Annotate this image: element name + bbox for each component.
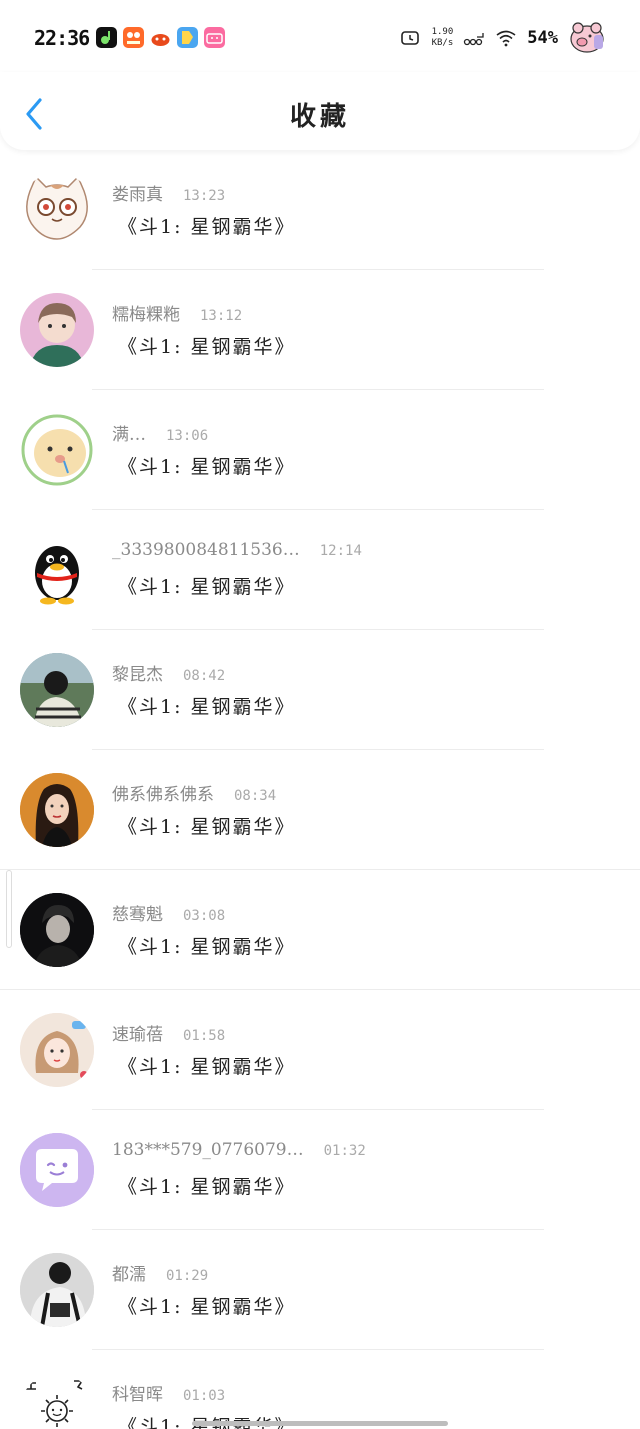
item-meta: 速瑜蓓 01:58 [112, 1020, 225, 1045]
status-right: 1.90 KB/s 54% [400, 20, 606, 56]
item-meta: 科智晖 01:03 [112, 1380, 225, 1405]
user-name: 满… [112, 425, 146, 445]
item-title: 《斗1: 星钢霸华》 [118, 696, 296, 718]
wifi-icon [496, 30, 516, 47]
user-name: 佛系佛系佛系 [112, 785, 214, 805]
page-title: 收藏 [289, 102, 350, 132]
list-item[interactable]: 科智晖 01:03 《斗1: 星钢霸华》 [0, 1350, 640, 1429]
avatar[interactable] [20, 773, 94, 847]
header: 收藏 [0, 72, 640, 150]
item-meta: 都濡 01:29 [112, 1260, 208, 1285]
user-name: 都濡 [112, 1265, 146, 1285]
user-name: 183***579_0776079… [112, 1140, 304, 1160]
avatar[interactable] [20, 653, 94, 727]
avatar[interactable] [20, 1373, 94, 1429]
timestamp: 01:32 [323, 1143, 366, 1159]
list-item[interactable]: 慈骞魁 03:08 《斗1: 星钢霸华》 [0, 870, 640, 990]
list-item[interactable]: 速瑜蓓 01:58 《斗1: 星钢霸华》 [0, 990, 640, 1110]
list-item[interactable]: 佛系佛系佛系 08:34 《斗1: 星钢霸华》 [0, 750, 640, 870]
item-meta: _333980084811536… 12:14 [112, 540, 362, 560]
pig-sticker-icon [570, 22, 604, 53]
item-meta: 黎昆杰 08:42 [112, 660, 225, 685]
network-speed-unit: KB/s [431, 38, 454, 48]
timestamp: 01:58 [183, 1028, 226, 1044]
status-bar: 22:36 1.90 KB/s 54% [0, 0, 640, 72]
timestamp: 01:03 [183, 1388, 226, 1404]
avatar[interactable] [20, 533, 94, 607]
user-name: 速瑜蓓 [112, 1025, 163, 1045]
item-meta: 娄雨真 13:23 [112, 180, 225, 205]
user-name: _333980084811536… [112, 540, 300, 560]
item-meta: 慈骞魁 03:08 [112, 900, 225, 925]
item-meta: 满… 13:06 [112, 420, 208, 445]
avatar[interactable] [20, 293, 94, 367]
item-title: 《斗1: 星钢霸华》 [118, 816, 296, 838]
status-time: 22:36 [34, 26, 90, 50]
timestamp: 08:42 [183, 668, 226, 684]
item-meta: 佛系佛系佛系 08:34 [112, 780, 276, 805]
favorites-page: 22:36 1.90 KB/s 54% 收藏 娄雨真 13:23 《斗1: 星钢… [0, 0, 640, 1429]
network-speed: 1.90 KB/s [432, 27, 454, 49]
item-meta: 183***579_0776079… 01:32 [112, 1140, 366, 1160]
timestamp: 12:14 [319, 543, 362, 559]
taobao-app-icon [150, 27, 171, 48]
home-indicator[interactable] [192, 1421, 448, 1426]
item-title: 《斗1: 星钢霸华》 [118, 1056, 296, 1078]
avatar[interactable] [20, 1133, 94, 1207]
edge-handle[interactable] [6, 870, 12, 948]
music-app-icon [96, 27, 117, 48]
list-item[interactable]: 满… 13:06 《斗1: 星钢霸华》 [0, 390, 640, 510]
status-app-icons [96, 27, 225, 48]
list-item[interactable]: _333980084811536… 12:14 《斗1: 星钢霸华》 [0, 510, 640, 630]
avatar[interactable] [20, 173, 94, 247]
item-title: 《斗1: 星钢霸华》 [118, 1296, 296, 1318]
item-title: 《斗1: 星钢霸华》 [118, 336, 296, 358]
item-title: 《斗1: 星钢霸华》 [118, 1176, 296, 1198]
chat-bubble-icon [20, 1133, 94, 1207]
avatar[interactable] [20, 893, 94, 967]
item-title: 《斗1: 星钢霸华》 [118, 216, 296, 238]
qq-penguin-icon [35, 546, 79, 605]
alarm-icon [400, 31, 419, 45]
user-name: 娄雨真 [112, 185, 163, 205]
favorites-list: 娄雨真 13:23 《斗1: 星钢霸华》 糯梅粿粚 13:12 《斗1: 星钢霸… [0, 150, 640, 1429]
list-item[interactable]: 娄雨真 13:23 《斗1: 星钢霸华》 [0, 150, 640, 270]
battery-level: 54% [527, 28, 558, 48]
avatar[interactable] [20, 1013, 94, 1087]
timestamp: 13:23 [183, 188, 226, 204]
timestamp: 13:06 [166, 428, 209, 444]
list-item[interactable]: 183***579_0776079… 01:32 《斗1: 星钢霸华》 [0, 1110, 640, 1230]
item-title: 《斗1: 星钢霸华》 [118, 576, 296, 598]
signal-icon [464, 33, 484, 46]
list-item[interactable]: 黎昆杰 08:42 《斗1: 星钢霸华》 [0, 630, 640, 750]
list-item[interactable]: 糯梅粿粚 13:12 《斗1: 星钢霸华》 [0, 270, 640, 390]
user-name: 糯梅粿粚 [112, 305, 180, 325]
user-name: 科智晖 [112, 1385, 163, 1405]
bilibili-app-icon [204, 27, 225, 48]
timestamp: 08:34 [234, 788, 277, 804]
user-name: 慈骞魁 [112, 905, 163, 925]
shopping-app-icon [123, 27, 144, 48]
timestamp: 01:29 [166, 1268, 209, 1284]
list-item[interactable]: 都濡 01:29 《斗1: 星钢霸华》 [0, 1230, 640, 1350]
user-name: 黎昆杰 [112, 665, 163, 685]
avatar[interactable] [20, 413, 94, 487]
network-speed-value: 1.90 [431, 27, 454, 37]
item-title: 《斗1: 星钢霸华》 [118, 936, 296, 958]
blue-app-icon [177, 27, 198, 48]
timestamp: 03:08 [183, 908, 226, 924]
avatar[interactable] [20, 1253, 94, 1327]
item-meta: 糯梅粿粚 13:12 [112, 300, 242, 325]
timestamp: 13:12 [200, 308, 243, 324]
item-title: 《斗1: 星钢霸华》 [118, 456, 296, 478]
